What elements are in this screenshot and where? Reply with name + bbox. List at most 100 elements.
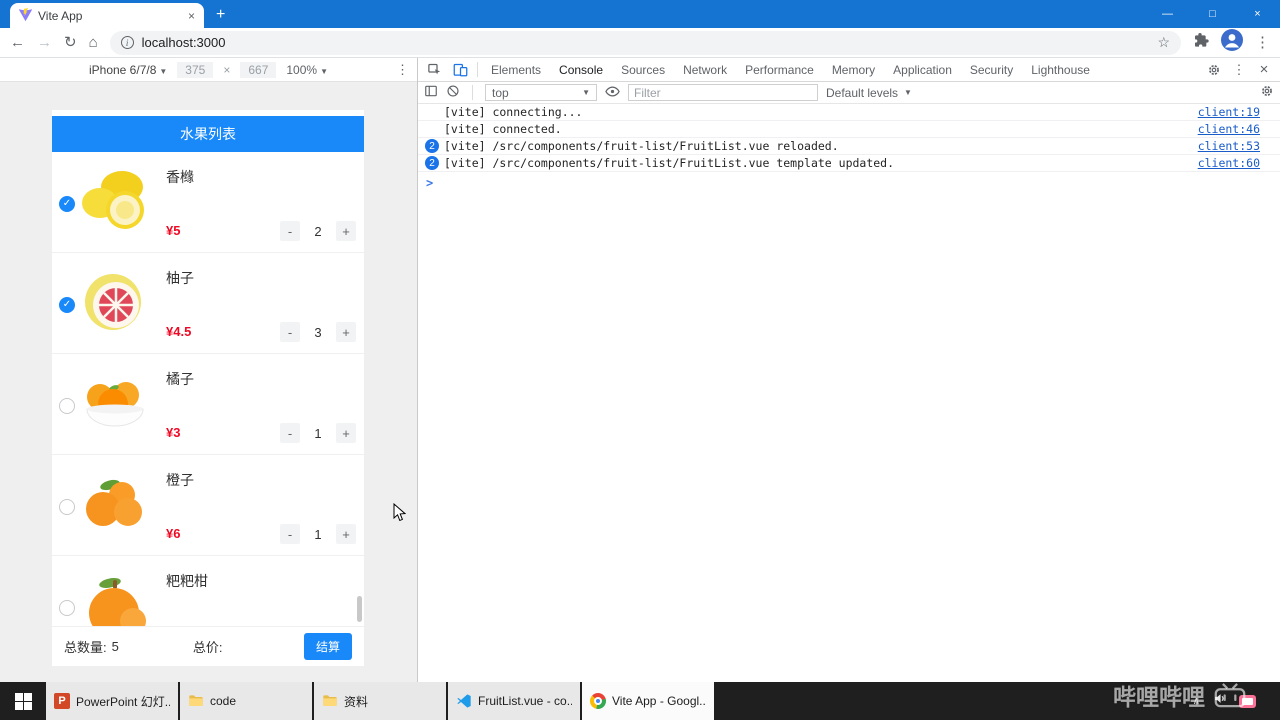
device-select[interactable]: iPhone 6/7/8 ▼ bbox=[89, 63, 167, 77]
extensions-puzzle-icon[interactable] bbox=[1193, 32, 1209, 53]
console-sidebar-toggle-icon[interactable] bbox=[424, 84, 438, 101]
fruit-checkbox[interactable]: ✓ bbox=[59, 196, 75, 212]
taskbar-app-icon bbox=[188, 693, 204, 709]
console-source-link[interactable]: client:46 bbox=[1178, 122, 1260, 136]
fruit-stepper: - 1 + bbox=[280, 524, 356, 544]
taskbar-button[interactable]: code bbox=[180, 682, 312, 720]
fruit-checkbox[interactable] bbox=[59, 398, 75, 414]
settings-gear-icon[interactable] bbox=[1201, 63, 1227, 77]
console-message: 2 [vite] /src/components/fruit-list/Frui… bbox=[418, 155, 1280, 172]
bilibili-tray-icon[interactable] bbox=[1239, 694, 1256, 708]
device-toolbar-toggle-icon[interactable] bbox=[447, 62, 473, 77]
minimize-button[interactable]: — bbox=[1145, 0, 1190, 28]
devtools-tab-sources[interactable]: Sources bbox=[612, 58, 674, 82]
taskbar-button[interactable]: Vite App - Googl... bbox=[582, 682, 714, 720]
fruit-name: 柚子 bbox=[166, 270, 194, 286]
devtools-tab-console[interactable]: Console bbox=[550, 58, 612, 82]
taskbar-button[interactable]: P PowerPoint 幻灯... bbox=[46, 682, 178, 720]
console-source-link[interactable]: client:53 bbox=[1178, 139, 1260, 153]
console-source-link[interactable]: client:19 bbox=[1178, 105, 1260, 119]
stepper-increase-button[interactable]: + bbox=[336, 221, 356, 241]
devtools-tab-lighthouse[interactable]: Lighthouse bbox=[1022, 58, 1099, 82]
stepper-count: 1 bbox=[314, 425, 322, 441]
live-expression-eye-icon[interactable] bbox=[605, 84, 620, 102]
devtools-menu-icon[interactable]: ⋮ bbox=[1227, 62, 1251, 78]
checkout-button[interactable]: 结算 bbox=[303, 633, 352, 660]
start-button[interactable] bbox=[0, 682, 46, 720]
repeat-count-badge: 2 bbox=[425, 156, 439, 170]
taskbar-button[interactable]: FruitList.vue - co... bbox=[448, 682, 580, 720]
devtools-close-icon[interactable]: × bbox=[1251, 61, 1277, 78]
console-message: [vite] connecting... client:19 bbox=[418, 104, 1280, 121]
tab-close-icon[interactable]: × bbox=[188, 10, 195, 22]
inspect-element-icon[interactable] bbox=[421, 62, 447, 77]
profile-avatar[interactable] bbox=[1221, 29, 1243, 56]
window-controls: — □ × bbox=[1145, 0, 1280, 28]
app-footer: 总数量: 5 总价: 结算 bbox=[52, 626, 364, 666]
devtools-tabbar-right: ⋮ × bbox=[1201, 61, 1277, 78]
devtools-panel: Elements Console Sources Network Performance… bbox=[417, 58, 1280, 682]
devtools-tab-security[interactable]: Security bbox=[961, 58, 1022, 82]
fruit-checkbox[interactable] bbox=[59, 499, 75, 515]
fruit-list-item: ✓ 香橼 ¥5 - 2 + bbox=[52, 152, 364, 253]
log-levels-select[interactable]: Default levels ▼ bbox=[826, 86, 912, 100]
zoom-select[interactable]: 100% ▼ bbox=[286, 63, 328, 77]
home-icon[interactable]: ⌂ bbox=[89, 35, 98, 50]
clear-console-icon[interactable] bbox=[446, 84, 460, 101]
stepper-increase-button[interactable]: + bbox=[336, 524, 356, 544]
browser-titlebar: Vite App × + — □ × bbox=[0, 0, 1280, 28]
bookmark-star-icon[interactable]: ☆ bbox=[1157, 34, 1170, 51]
stepper-decrease-button[interactable]: - bbox=[280, 423, 300, 443]
fruit-price: ¥6 bbox=[166, 526, 181, 541]
taskbar-app-icon bbox=[456, 693, 472, 709]
tray-chevron-up-icon[interactable]: ∧ bbox=[1193, 696, 1200, 707]
device-toolbar-menu-icon[interactable]: ⋮ bbox=[396, 62, 409, 78]
device-viewport: 水果列表 ✓ 香橼 ¥5 - 2 + ✓ 柚子 ¥4.5 - 3 + 橘子 ¥3… bbox=[52, 110, 364, 666]
app-header: 水果列表 bbox=[52, 116, 364, 152]
site-info-icon[interactable]: i bbox=[120, 36, 134, 49]
browser-tab[interactable]: Vite App × bbox=[10, 3, 204, 28]
address-bar[interactable]: i localhost:3000 ☆ bbox=[109, 30, 1181, 55]
fruit-list-item: 橘子 ¥3 - 1 + bbox=[52, 354, 364, 455]
devtools-tab-network[interactable]: Network bbox=[674, 58, 736, 82]
browser-menu-icon[interactable]: ⋮ bbox=[1255, 35, 1270, 50]
console-source-link[interactable]: client:60 bbox=[1178, 156, 1260, 170]
devtools-tab-elements[interactable]: Elements bbox=[482, 58, 550, 82]
fruit-checkbox[interactable] bbox=[59, 600, 75, 616]
fruit-list-item: 橙子 ¥6 - 1 + bbox=[52, 455, 364, 556]
volume-icon[interactable] bbox=[1213, 692, 1226, 710]
url-text: localhost:3000 bbox=[141, 35, 226, 50]
stepper-decrease-button[interactable]: - bbox=[280, 524, 300, 544]
stepper-decrease-button[interactable]: - bbox=[280, 322, 300, 342]
taskbar-app-label: Vite App - Googl... bbox=[612, 694, 706, 708]
close-button[interactable]: × bbox=[1235, 0, 1280, 28]
windows-taskbar: P PowerPoint 幻灯... code 资料 FruitList.vue… bbox=[0, 682, 1280, 720]
stepper-increase-button[interactable]: + bbox=[336, 322, 356, 342]
console-message-text: [vite] /src/components/fruit-list/FruitL… bbox=[444, 156, 895, 170]
stepper-count: 2 bbox=[314, 223, 322, 239]
stepper-count: 3 bbox=[314, 324, 322, 340]
fruit-name: 香橼 bbox=[166, 169, 194, 185]
stepper-decrease-button[interactable]: - bbox=[280, 221, 300, 241]
stepper-increase-button[interactable]: + bbox=[336, 423, 356, 443]
viewport-width-input[interactable]: 375 bbox=[177, 61, 214, 78]
new-tab-button[interactable]: + bbox=[216, 6, 225, 24]
devtools-tab-performance[interactable]: Performance bbox=[736, 58, 823, 82]
page-scrollbar-thumb[interactable] bbox=[357, 596, 362, 622]
forward-icon[interactable]: → bbox=[37, 35, 52, 50]
console-filter-input[interactable] bbox=[628, 84, 818, 101]
viewport-height-input[interactable]: 667 bbox=[240, 61, 277, 78]
devtools-tab-memory[interactable]: Memory bbox=[823, 58, 884, 82]
console-prompt[interactable]: > bbox=[418, 172, 1280, 194]
javascript-context-select[interactable]: top ▼ bbox=[485, 84, 597, 101]
reload-icon[interactable]: ↻ bbox=[64, 35, 77, 50]
taskbar-app-icon bbox=[590, 693, 606, 709]
back-icon[interactable]: ← bbox=[10, 35, 25, 50]
fruit-name: 橘子 bbox=[166, 371, 194, 387]
fruit-checkbox[interactable]: ✓ bbox=[59, 297, 75, 313]
taskbar-app-icon: P bbox=[54, 693, 70, 709]
taskbar-button[interactable]: 资料 bbox=[314, 682, 446, 720]
maximize-button[interactable]: □ bbox=[1190, 0, 1235, 28]
console-settings-gear-icon[interactable] bbox=[1260, 84, 1274, 101]
devtools-tab-application[interactable]: Application bbox=[884, 58, 961, 82]
